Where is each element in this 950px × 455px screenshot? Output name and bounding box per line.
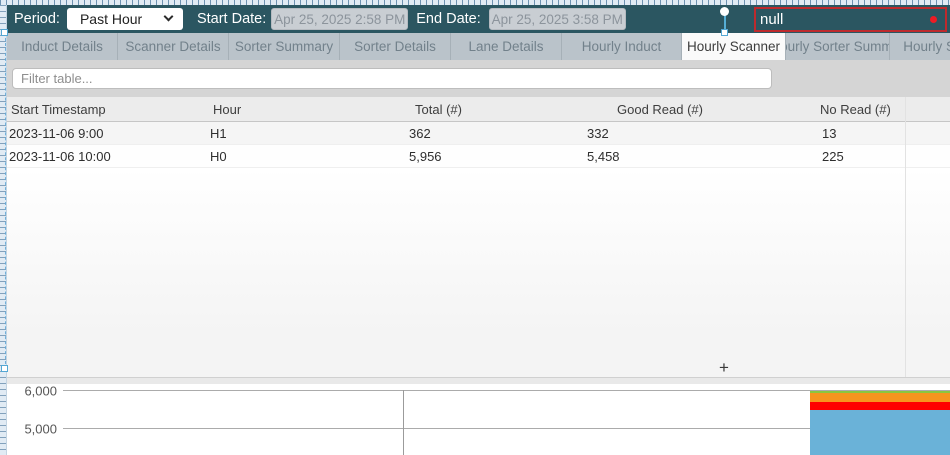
- dashboard-view: Period: Past Hour Start Date: Apr 25, 20…: [7, 5, 950, 455]
- tab-hourly-scanner[interactable]: Hourly Scanner: [682, 33, 786, 60]
- column-header-hour[interactable]: Hour: [205, 102, 405, 117]
- selection-extent-guide: [5, 33, 6, 369]
- bar-segment-H0-green-segment: [810, 391, 950, 393]
- start-date-label: Start Date:: [197, 11, 266, 27]
- selection-anchor-square[interactable]: [721, 29, 728, 36]
- y-axis-tick-label: 5,000: [7, 422, 57, 437]
- table-cell: H0: [205, 149, 405, 164]
- tab-hourly-sorter-summar[interactable]: Hourly Sorter Summar: [786, 33, 890, 60]
- bar-segment-H0-good-read: [810, 410, 950, 455]
- table-empty-area: [7, 168, 950, 377]
- selection-anchor-circle[interactable]: [720, 7, 729, 16]
- table-cell: 332: [585, 126, 805, 141]
- start-date-input[interactable]: Apr 25, 2025 2:58 PM: [271, 8, 408, 30]
- filter-bar: [7, 60, 950, 97]
- start-date-value: Apr 25, 2025 2:58 PM: [274, 12, 405, 27]
- section-divider: [7, 377, 950, 384]
- table-cell: 225: [805, 149, 950, 164]
- tab-hourly-induct[interactable]: Hourly Induct: [562, 33, 682, 60]
- end-date-input[interactable]: Apr 25, 2025 3:58 PM: [489, 8, 626, 30]
- tab-sorter-summary[interactable]: Sorter Summary: [229, 33, 340, 60]
- tab-hourly-sort[interactable]: Hourly Sort: [890, 33, 950, 60]
- table-cell: 2023-11-06 9:00: [7, 126, 205, 141]
- column-header-total-[interactable]: Total (#): [405, 102, 585, 117]
- column-header-good-read-[interactable]: Good Read (#): [585, 102, 805, 117]
- end-date-value: Apr 25, 2025 3:58 PM: [492, 12, 623, 27]
- end-date-label: End Date:: [416, 11, 481, 27]
- chevron-down-icon: [164, 12, 174, 22]
- period-dropdown-value: Past Hour: [80, 11, 142, 27]
- table-cell: 5,956: [405, 149, 585, 164]
- tab-scanner-details[interactable]: Scanner Details: [118, 33, 229, 60]
- column-header-start-timestamp[interactable]: Start Timestamp: [7, 102, 205, 117]
- filter-table-input[interactable]: [12, 68, 772, 89]
- table-cell: 13: [805, 126, 950, 141]
- stacked-bar-chart: 6,000 5,000: [7, 384, 950, 455]
- selected-label-overlay[interactable]: null: [754, 7, 947, 32]
- period-dropdown[interactable]: Past Hour: [67, 8, 183, 30]
- selected-label-text: null: [760, 11, 783, 28]
- table-row[interactable]: 2023-11-06 10:00H05,9565,458225: [7, 145, 950, 168]
- binding-indicator-dot: [930, 16, 937, 23]
- table-row[interactable]: 2023-11-06 9:00H136233213: [7, 122, 950, 145]
- column-header-no-read-[interactable]: No Read (#): [805, 102, 950, 117]
- y-axis-tick-label: 6,000: [7, 384, 57, 398]
- table-header-row: Start TimestampHourTotal (#)Good Read (#…: [7, 97, 950, 122]
- table-cell: 2023-11-06 10:00: [7, 149, 205, 164]
- table-cell: H1: [205, 126, 405, 141]
- bar-segment-H0-no-read: [810, 402, 950, 411]
- plus-icon[interactable]: +: [716, 360, 732, 376]
- horizontal-ruler: [0, 0, 950, 5]
- tab-sorter-details[interactable]: Sorter Details: [340, 33, 451, 60]
- tab-lane-details[interactable]: Lane Details: [451, 33, 562, 60]
- ruler-selection-handle-bottom[interactable]: [1, 365, 8, 372]
- table-cell: 362: [405, 126, 585, 141]
- bar-segment-H0-orange-segment: [810, 393, 950, 402]
- table-cell: 5,458: [585, 149, 805, 164]
- tab-induct-details[interactable]: Induct Details: [7, 33, 118, 60]
- category-divider-line: [403, 390, 404, 455]
- tab-bar: Induct DetailsScanner DetailsSorter Summ…: [7, 33, 950, 60]
- ruler-selection-handle-top[interactable]: [1, 29, 8, 36]
- period-label: Period:: [14, 11, 60, 27]
- table-right-edge: [905, 97, 906, 377]
